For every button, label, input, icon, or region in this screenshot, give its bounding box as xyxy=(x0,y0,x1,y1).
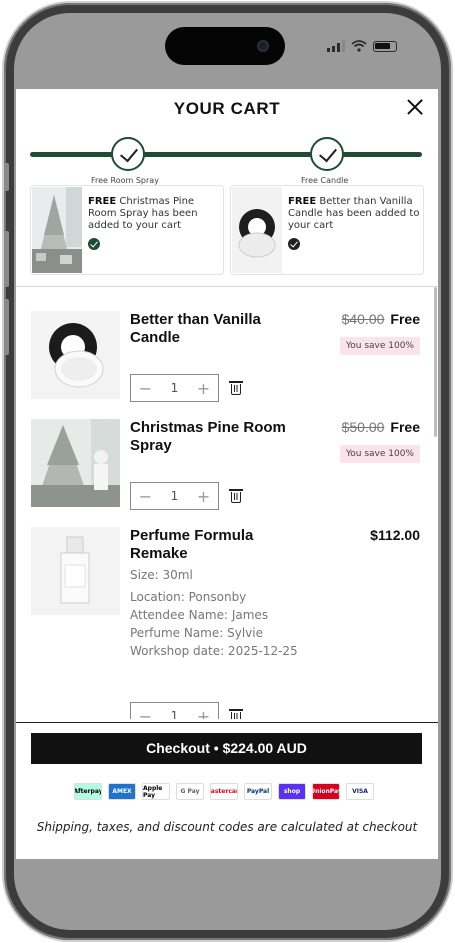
increase-button[interactable]: + xyxy=(189,487,218,506)
cart-item: Christmas Pine Room Spray $50.00 Free You… xyxy=(31,419,420,519)
checkout-section: Checkout • $224.00 AUD Afterpay AMEX App… xyxy=(16,722,438,859)
trash-icon[interactable] xyxy=(229,708,243,719)
mute-switch xyxy=(4,163,9,191)
checkout-button[interactable]: Checkout • $224.00 AUD xyxy=(31,733,422,764)
item-perfume-name: Perfume Name: Sylvie xyxy=(130,626,263,640)
item-name[interactable]: Christmas Pine Room Spray xyxy=(130,419,300,455)
savings-badge: You save 100% xyxy=(339,337,420,355)
cart-title: YOUR CART xyxy=(173,99,281,118)
cart-header: YOUR CART xyxy=(16,89,438,129)
mastercard-icon: Mastercard xyxy=(210,783,238,800)
savings-badge: You save 100% xyxy=(339,445,420,463)
current-price: $112.00 xyxy=(370,527,420,543)
milestone-label: Free Room Spray xyxy=(91,176,159,185)
visa-icon: VISA xyxy=(346,783,374,800)
item-size: Size: 30ml xyxy=(130,568,193,582)
item-attendee: Attendee Name: James xyxy=(130,608,269,622)
item-name[interactable]: Perfume Formula Remake xyxy=(130,527,300,563)
quantity-stepper: − 1 + xyxy=(130,482,219,510)
item-location: Location: Ponsonby xyxy=(130,590,247,604)
battery-icon xyxy=(373,41,397,52)
quantity-value[interactable]: 1 xyxy=(160,709,189,719)
paypal-icon: PayPal xyxy=(244,783,272,800)
volume-down-button xyxy=(4,299,9,355)
milestone-label: Free Candle xyxy=(301,176,349,185)
gift-message: FREE Christmas Pine Room Spray has been … xyxy=(88,187,222,273)
progress-bar xyxy=(30,152,422,157)
decrease-button[interactable]: − xyxy=(131,379,160,398)
current-price: Free xyxy=(390,311,420,327)
decrease-button[interactable]: − xyxy=(131,707,160,720)
decrease-button[interactable]: − xyxy=(131,487,160,506)
unionpay-icon: UnionPay xyxy=(312,783,340,800)
milestone-check-icon xyxy=(310,137,344,171)
gift-card: FREE Christmas Pine Room Spray has been … xyxy=(30,185,224,275)
tree-image xyxy=(32,187,82,273)
candle-image xyxy=(31,311,120,399)
candle-image xyxy=(232,187,282,273)
apple-pay-icon: Apple Pay xyxy=(142,783,170,800)
shop-pay-icon: shop xyxy=(278,783,306,800)
quantity-value[interactable]: 1 xyxy=(160,381,189,395)
amex-icon: AMEX xyxy=(108,783,136,800)
check-icon xyxy=(288,238,300,250)
item-price: $40.00 Free xyxy=(342,311,420,327)
gift-card: FREE Better than Vanilla Candle has been… xyxy=(230,185,424,275)
item-name[interactable]: Better than Vanilla Candle xyxy=(130,311,300,347)
volume-up-button xyxy=(4,231,9,287)
item-price: $112.00 xyxy=(370,527,420,543)
checkout-note: Shipping, taxes, and discount codes are … xyxy=(36,820,418,834)
quantity-stepper: − 1 + xyxy=(130,374,219,402)
wifi-icon xyxy=(351,40,367,52)
trash-icon[interactable] xyxy=(229,380,243,395)
cart-item: Perfume Formula Remake $112.00 Size: 30m… xyxy=(31,527,420,719)
quantity-stepper: − 1 + xyxy=(130,702,219,719)
cart-drawer: YOUR CART Free Room Spray Free Candle FR… xyxy=(16,89,438,859)
original-price: $40.00 xyxy=(341,311,385,327)
cart-items: Better than Vanilla Candle $40.00 Free Yo… xyxy=(16,287,438,719)
status-bar xyxy=(327,40,397,52)
milestone-check-icon xyxy=(111,137,145,171)
camera-icon xyxy=(257,40,269,52)
cart-item: Better than Vanilla Candle $40.00 Free Yo… xyxy=(31,311,420,411)
trash-icon[interactable] xyxy=(229,488,243,503)
quantity-value[interactable]: 1 xyxy=(160,489,189,503)
scrollbar[interactable] xyxy=(434,287,437,437)
gift-progress: Free Room Spray Free Candle xyxy=(16,129,438,185)
item-price: $50.00 Free xyxy=(342,419,420,435)
dynamic-island xyxy=(165,27,285,65)
signal-icon xyxy=(327,40,345,52)
original-price: $50.00 xyxy=(341,419,385,435)
payment-methods: Afterpay AMEX Apple Pay G Pay Mastercard… xyxy=(74,783,374,800)
item-workshop-date: Workshop date: 2025-12-25 xyxy=(130,644,298,658)
google-pay-icon: G Pay xyxy=(176,783,204,800)
gift-message: FREE Better than Vanilla Candle has been… xyxy=(288,187,422,273)
close-icon[interactable] xyxy=(406,98,424,116)
gift-cards: FREE Christmas Pine Room Spray has been … xyxy=(16,185,438,275)
perfume-image xyxy=(31,527,120,615)
increase-button[interactable]: + xyxy=(189,707,218,720)
increase-button[interactable]: + xyxy=(189,379,218,398)
current-price: Free xyxy=(390,419,420,435)
tree-image xyxy=(31,419,120,507)
afterpay-icon: Afterpay xyxy=(74,783,102,800)
check-icon xyxy=(88,238,100,250)
